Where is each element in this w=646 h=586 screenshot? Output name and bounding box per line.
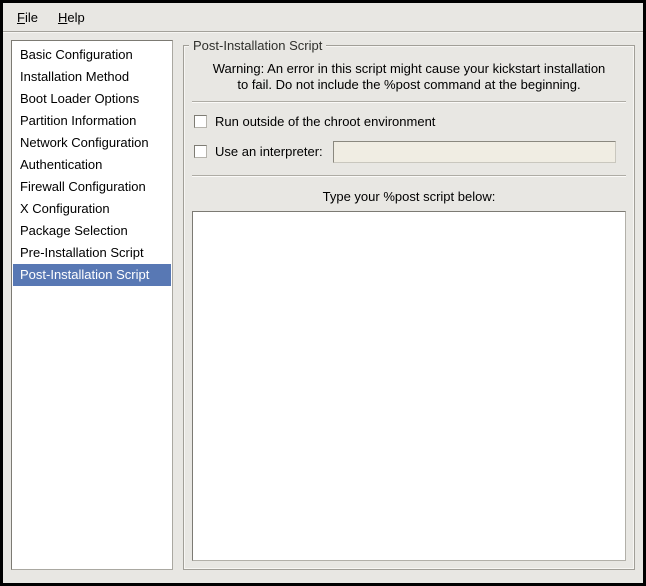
sidebar-item-pre-installation-script[interactable]: Pre-Installation Script — [13, 242, 171, 264]
interpreter-checkbox-label: Use an interpreter: — [215, 144, 323, 159]
sidebar-item-network-configuration[interactable]: Network Configuration — [13, 132, 171, 154]
warning-text: Warning: An error in this script might c… — [192, 61, 626, 93]
menu-help-mnemonic: H — [58, 10, 67, 25]
separator — [192, 101, 626, 103]
section-list: Basic Configuration Installation Method … — [11, 40, 173, 570]
sidebar-item-firewall-configuration[interactable]: Firewall Configuration — [13, 176, 171, 198]
chroot-checkbox[interactable] — [194, 115, 207, 128]
interpreter-checkbox[interactable] — [194, 145, 207, 158]
warning-line-2: to fail. Do not include the %post comman… — [192, 77, 626, 93]
menu-bar: File Help — [3, 3, 643, 32]
menu-file-mnemonic: F — [17, 10, 25, 25]
menu-help[interactable]: Help — [48, 5, 95, 30]
main-content: Basic Configuration Installation Method … — [3, 32, 643, 583]
interpreter-input[interactable] — [333, 141, 616, 163]
post-installation-frame: Post-Installation Script Warning: An err… — [183, 45, 635, 570]
frame-title: Post-Installation Script — [189, 38, 326, 53]
separator — [192, 175, 626, 177]
script-label: Type your %post script below: — [192, 189, 626, 204]
sidebar-item-basic-configuration[interactable]: Basic Configuration — [13, 44, 171, 66]
menu-help-label: elp — [67, 10, 84, 25]
sidebar-item-package-selection[interactable]: Package Selection — [13, 220, 171, 242]
chroot-checkbox-row[interactable]: Run outside of the chroot environment — [194, 114, 626, 129]
sidebar-item-post-installation-script[interactable]: Post-Installation Script — [13, 264, 171, 286]
sidebar-item-boot-loader-options[interactable]: Boot Loader Options — [13, 88, 171, 110]
menu-file[interactable]: File — [7, 5, 48, 30]
sidebar-item-x-configuration[interactable]: X Configuration — [13, 198, 171, 220]
sidebar-item-authentication[interactable]: Authentication — [13, 154, 171, 176]
interpreter-checkbox-row: Use an interpreter: — [194, 141, 626, 163]
chroot-checkbox-label: Run outside of the chroot environment — [215, 114, 435, 129]
sidebar-item-partition-information[interactable]: Partition Information — [13, 110, 171, 132]
menu-file-label: ile — [25, 10, 38, 25]
kickstart-configurator-window: File Help Basic Configuration Installati… — [0, 0, 646, 586]
warning-line-1: Warning: An error in this script might c… — [192, 61, 626, 77]
sidebar-item-installation-method[interactable]: Installation Method — [13, 66, 171, 88]
post-script-textarea[interactable] — [192, 211, 626, 561]
